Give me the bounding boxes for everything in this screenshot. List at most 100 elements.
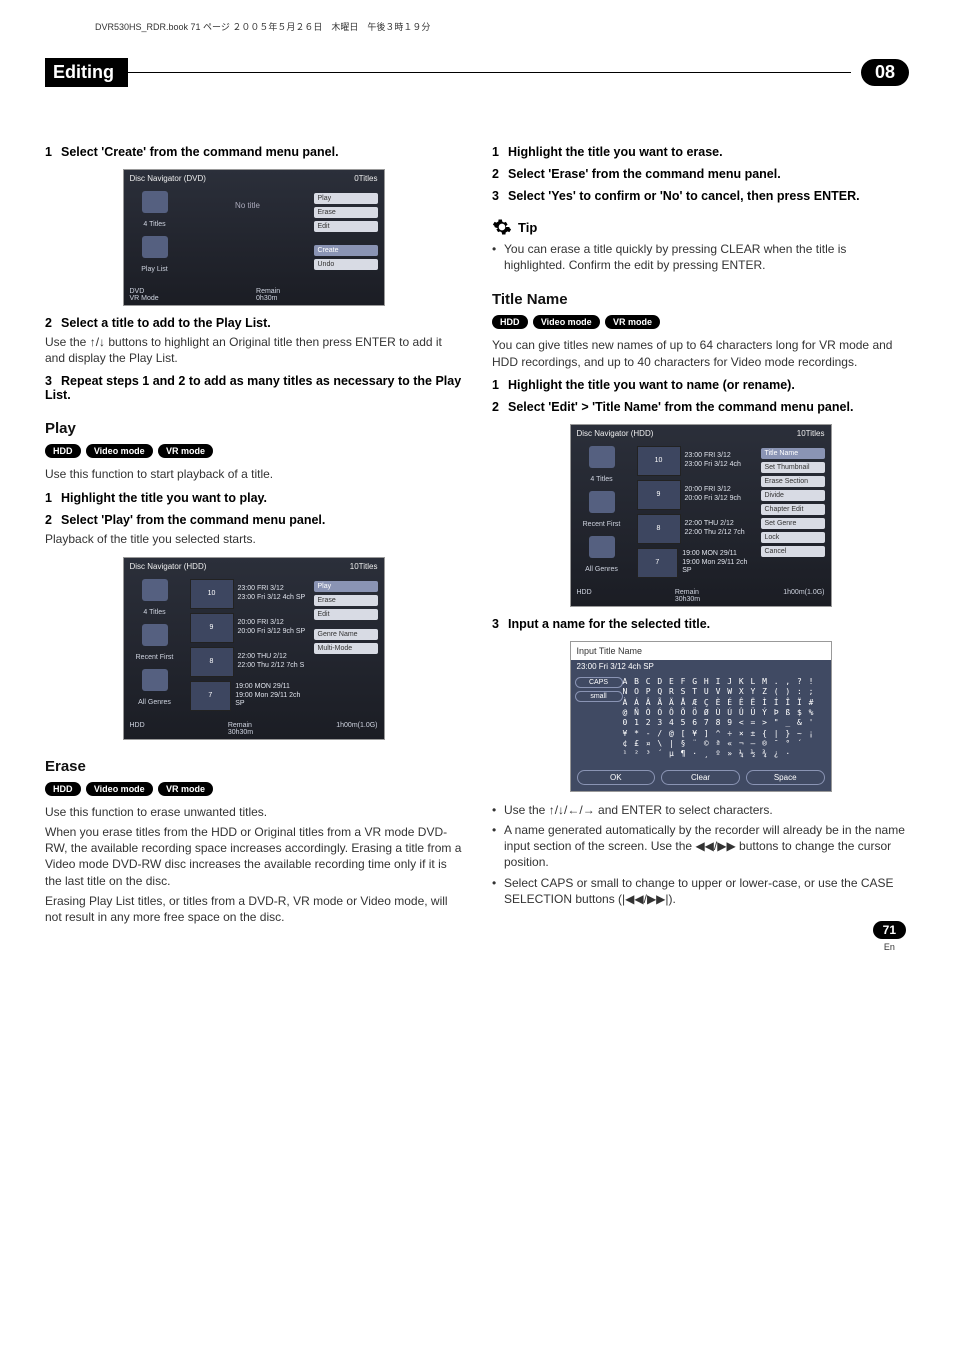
sc-mode: HDD <box>577 589 592 603</box>
sc-count: 10Titles <box>350 562 378 571</box>
row-line: 22:00 THU 2/12 <box>685 520 745 528</box>
titles-icon <box>589 446 615 468</box>
screenshot-disc-navigator-dvd: Disc Navigator (DVD) 0Titles 4 Titles Pl… <box>123 169 385 306</box>
tip-heading: Tip <box>492 217 909 237</box>
badge-vr: VR mode <box>158 444 213 458</box>
row-line: 20:00 FRI 3/12 <box>685 486 741 494</box>
step: 3Select 'Yes' to confirm or 'No' to canc… <box>492 189 909 203</box>
menu-item: Erase <box>314 207 378 218</box>
step: 1Highlight the title you want to play. <box>45 491 462 505</box>
mode-badges: HDD Video mode VR mode <box>492 314 909 329</box>
row-line: 20:00 FRI 3/12 <box>238 619 306 627</box>
page-number-badge: 71 <box>873 921 906 939</box>
kbd-row: @ Ñ Ò Ó Ô Õ Ö Ø Ù Ú Û Ü Ý Þ ß $ % <box>623 708 827 718</box>
row-line: 23:00 Fri 3/12 4ch SP <box>238 594 306 602</box>
menu-item: Chapter Edit <box>761 504 825 515</box>
gear-icon <box>492 217 512 237</box>
badge-video: Video mode <box>533 315 600 329</box>
thumb: 9 <box>190 613 234 643</box>
sc-count: 0Titles <box>354 174 377 183</box>
menu-item: Erase Section <box>761 476 825 487</box>
kbd-head: Input Title Name <box>571 642 831 660</box>
sc-title: Disc Navigator (HDD) <box>130 562 207 571</box>
erase-heading: Erase <box>45 758 462 775</box>
step-text: Select 'Erase' from the command menu pan… <box>508 167 781 181</box>
row-line: 19:00 Mon 29/11 2ch SP <box>235 692 307 709</box>
step: 3Repeat steps 1 and 2 to add as many tit… <box>45 374 462 402</box>
sc-remain: Remain 30h30m <box>675 589 700 603</box>
badge-hdd: HDD <box>45 782 81 796</box>
row-line: 23:00 Fri 3/12 4ch <box>685 461 741 469</box>
step-text: Highlight the title you want to erase. <box>508 145 723 159</box>
badge-hdd: HDD <box>492 315 528 329</box>
divider <box>128 72 851 73</box>
menu-item-play: Play <box>314 581 378 592</box>
row-line: 22:00 THU 2/12 <box>238 653 305 661</box>
no-title-label: No title <box>190 191 306 210</box>
menu-item: Undo <box>314 259 378 270</box>
step: 1Highlight the title you want to erase. <box>492 145 909 159</box>
menu-item: Divide <box>761 490 825 501</box>
chapter-badge: 08 <box>861 59 909 86</box>
titles-icon <box>142 191 168 213</box>
step-text: Select 'Create' from the command menu pa… <box>61 145 339 159</box>
thumb: 10 <box>637 446 681 476</box>
body-text: You can give titles new names of up to 6… <box>492 337 909 369</box>
row-line: 19:00 MON 29/11 <box>235 683 307 691</box>
step: 2Select 'Play' from the command menu pan… <box>45 513 462 527</box>
kbd-chars: A B C D E F G H I J K L M . , ? ! N O P … <box>623 677 827 760</box>
row-line: 22:00 Thu 2/12 7ch <box>685 529 745 537</box>
right-column: 1Highlight the title you want to erase. … <box>492 137 909 929</box>
thumb: 7 <box>190 681 232 711</box>
kbd-row: À Á Â Ã Ä Å Æ Ç È É Ê Ë Ì Í Î Ï # <box>623 698 827 708</box>
book-header: DVR530HS_RDR.book 71 ページ ２００５年５月２６日 木曜日 … <box>95 20 909 33</box>
sc-side-label: All Genres <box>138 699 171 706</box>
kbd-row: ¥ * - / @ [ ¥ ] ^ ÷ × ± { | } ~ ¡ <box>623 729 827 739</box>
thumb: 7 <box>637 548 679 578</box>
kbd-small: small <box>575 691 623 702</box>
badge-video: Video mode <box>86 782 153 796</box>
genres-icon <box>142 669 168 691</box>
sc-remain: Remain 30h30m <box>228 722 253 736</box>
kbd-ok: OK <box>577 770 656 785</box>
badge-vr: VR mode <box>158 782 213 796</box>
row-line: 23:00 FRI 3/12 <box>685 452 741 460</box>
kbd-clear: Clear <box>661 770 740 785</box>
menu-item: Erase <box>314 595 378 606</box>
mode-badges: HDD Video mode VR mode <box>45 781 462 796</box>
sc-size: 1h00m(1.0G) <box>336 722 377 736</box>
sc-side-label: 4 Titles <box>590 476 612 483</box>
menu-item: Play <box>314 193 378 204</box>
left-column: 1Select 'Create' from the command menu p… <box>45 137 462 929</box>
menu-item: Edit <box>314 221 378 232</box>
kbd-row: ¢ £ ¤ \ | § ¨ © ª « ¬ – ® ¯ ° ´ <box>623 739 827 749</box>
row-line: 20:00 Fri 3/12 9ch SP <box>238 628 306 636</box>
badge-vr: VR mode <box>605 315 660 329</box>
section-bar: Editing 08 <box>45 58 909 87</box>
row-line: 19:00 Mon 29/11 2ch SP <box>682 559 754 576</box>
menu-item: Multi-Mode <box>314 643 378 654</box>
menu-item: Genre Name <box>314 629 378 640</box>
step-text: Select 'Edit' > 'Title Name' from the co… <box>508 400 853 414</box>
row-line: 19:00 MON 29/11 <box>682 550 754 558</box>
kbd-row: ¹ ² ³ ´ µ ¶ · ¸ º » ¼ ½ ¾ ¿ · <box>623 749 827 759</box>
row-line: 23:00 FRI 3/12 <box>238 585 306 593</box>
sc-side-label: Recent First <box>583 521 621 528</box>
titles-icon <box>142 579 168 601</box>
page-number: 71 En <box>873 921 906 953</box>
sc-title: Disc Navigator (DVD) <box>130 174 206 183</box>
thumb: 9 <box>637 480 681 510</box>
body-text: Playback of the title you selected start… <box>45 531 462 547</box>
menu-item: Edit <box>314 609 378 620</box>
kbd-row: 0 1 2 3 4 5 6 7 8 9 < = > " _ & ' <box>623 718 827 728</box>
bullet: Select CAPS or small to change to upper … <box>492 875 909 907</box>
playlist-icon <box>142 236 168 258</box>
section-title: Editing <box>45 58 128 87</box>
menu-item: Set Thumbnail <box>761 462 825 473</box>
screenshot-disc-navigator-hdd: Disc Navigator (HDD) 10Titles 4 Titles R… <box>123 557 385 740</box>
step-text: Repeat steps 1 and 2 to add as many titl… <box>45 374 461 402</box>
kbd-title: 23:00 Fri 3/12 4ch SP <box>571 660 831 673</box>
kbd-row: A B C D E F G H I J K L M . , ? ! <box>623 677 827 687</box>
thumb: 8 <box>637 514 681 544</box>
menu-item-create: Create <box>314 245 378 256</box>
